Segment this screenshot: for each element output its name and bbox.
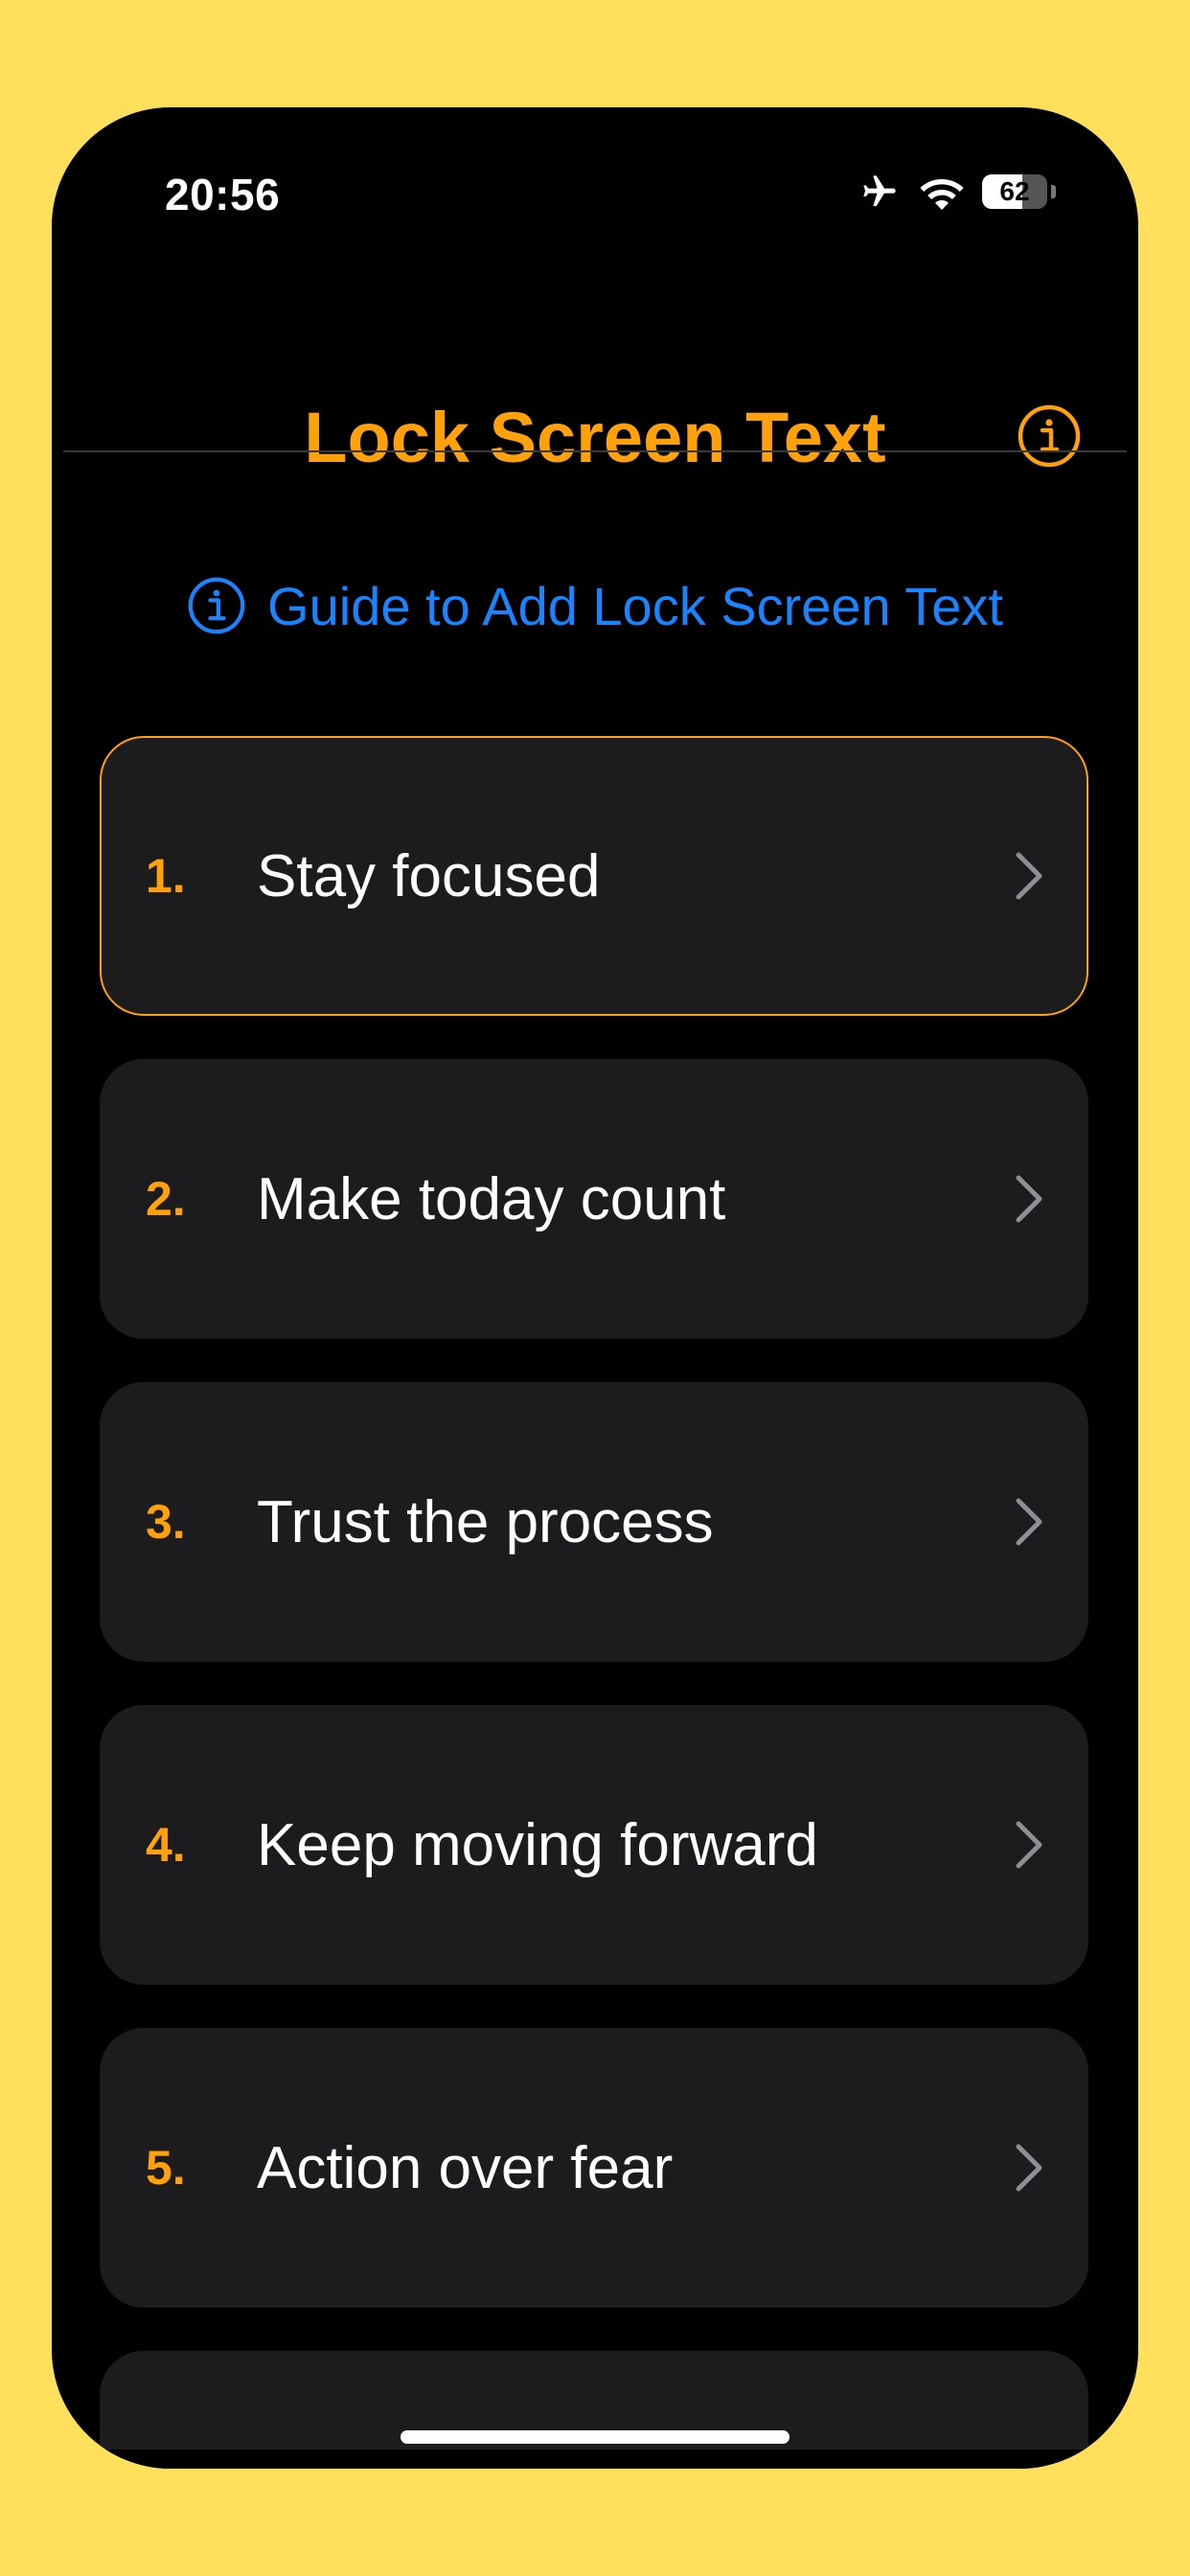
battery-icon: 62 [982,174,1047,209]
list-item-1[interactable]: 1. Stay focused [100,736,1088,1016]
guide-link-label: Guide to Add Lock Screen Text [267,575,1003,636]
chevron-right-icon [1016,1498,1042,1546]
list-item-3[interactable]: 3. Trust the process [100,1382,1088,1662]
guide-link[interactable]: Guide to Add Lock Screen Text [52,567,1138,644]
item-number: 5. [146,2141,186,2195]
item-text: Make today count [257,1165,726,1232]
item-text: Action over fear [257,2134,674,2201]
nav-header: Lock Screen Text [52,385,1138,493]
item-number: 3. [146,1495,186,1549]
chevron-right-icon [1016,1175,1042,1223]
page-title: Lock Screen Text [304,398,886,477]
wifi-icon [920,179,964,210]
header-divider [63,450,1127,452]
home-indicator[interactable] [400,2430,790,2444]
list-item-4[interactable]: 4. Keep moving forward [100,1705,1088,1985]
phone-screen: 20:56 62 Lock Screen Text Guide to Add L… [52,107,1138,2469]
item-text: Stay focused [257,842,601,909]
status-time: 20:56 [165,170,281,219]
info-circle-icon [188,577,245,634]
list-item-5[interactable]: 5. Action over fear [100,2028,1088,2308]
battery-tip [1051,185,1056,198]
item-number: 4. [146,1818,186,1872]
text-list: 1. Stay focused 2. Make today count 3. T… [100,736,1088,2469]
chevron-right-icon [1016,852,1042,900]
item-text: Keep moving forward [257,1811,818,1878]
item-text: Trust the process [257,1488,714,1555]
status-bar: 20:56 62 [52,107,1138,280]
chevron-right-icon [1016,1821,1042,1869]
airplane-icon [863,175,896,206]
item-number: 1. [146,849,186,903]
bottom-edge [52,2450,1138,2469]
status-icons: 62 [858,172,1056,211]
battery-level: 62 [999,176,1030,206]
chevron-right-icon [1016,2144,1042,2192]
info-circle-icon[interactable] [1018,404,1081,468]
list-item-2[interactable]: 2. Make today count [100,1059,1088,1339]
item-number: 2. [146,1172,186,1226]
